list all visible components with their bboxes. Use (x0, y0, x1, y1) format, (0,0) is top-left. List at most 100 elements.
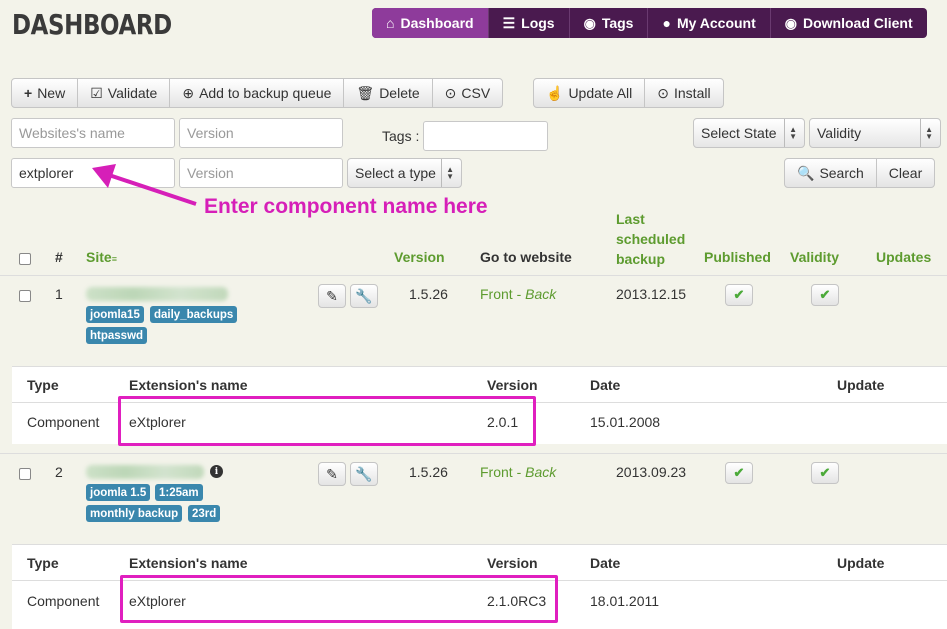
highlight-box (120, 575, 558, 623)
ext-col-version: Version (487, 555, 538, 571)
eye-icon: ◉ (583, 14, 596, 31)
pencil-icon: ✎ (326, 465, 338, 482)
last-backup-date: 2013.09.23 (616, 464, 687, 480)
nav-dashboard[interactable]: ⌂ Dashboard (372, 8, 488, 38)
select-all-checkbox[interactable] (19, 253, 31, 265)
ext-type: Component (27, 593, 100, 609)
search-group: 🔍 Search Clear (784, 158, 936, 188)
ext-col-version: Version (487, 377, 538, 393)
chevron-updown-icon: ▲ ▼ (784, 119, 797, 147)
front-link[interactable]: Front (480, 286, 513, 302)
site-name-blurred[interactable] (86, 287, 228, 301)
pencil-icon: ✎ (326, 287, 338, 304)
plus-icon: + (24, 85, 33, 101)
edit-button[interactable]: ✎ (318, 284, 346, 308)
ext-col-name: Extension's name (129, 555, 248, 571)
published-toggle[interactable]: ✔ (725, 284, 753, 306)
upload-icon: ⊙ (657, 84, 669, 101)
update-all-button[interactable]: ☝ Update All (534, 79, 644, 107)
component-version-input[interactable]: Version (179, 158, 343, 188)
ext-col-date: Date (590, 377, 621, 393)
col-site[interactable]: Site≡ (86, 249, 117, 265)
col-last-scheduled-backup[interactable]: Last scheduled backup (616, 209, 685, 269)
row-number: 1 (55, 286, 63, 302)
ext-col-date: Date (590, 555, 621, 571)
select-state-dropdown[interactable]: Select State ▲ ▼ (693, 118, 805, 148)
last-backup-date: 2013.12.15 (616, 286, 687, 302)
nav-download-client[interactable]: ◉ Download Client (769, 8, 927, 38)
sort-icon: ≡ (111, 254, 117, 264)
select-type-dropdown[interactable]: Select a type ▲ ▼ (347, 158, 462, 188)
tag-badge[interactable]: 1:25am (155, 484, 203, 501)
settings-button[interactable]: 🔧 (350, 284, 378, 308)
circle-arrow-icon: ⊕ (182, 84, 195, 101)
tag-badge[interactable]: htpasswd (86, 327, 148, 344)
validate-button[interactable]: ☑ Validate (77, 79, 169, 107)
search-icon: 🔍 (797, 164, 815, 181)
new-button[interactable]: + New (12, 79, 77, 107)
col-validity[interactable]: Validity (790, 249, 839, 265)
search-button[interactable]: 🔍 Search (785, 159, 876, 187)
row-checkbox[interactable] (19, 468, 31, 480)
tag-badge[interactable]: monthly backup (86, 505, 183, 522)
top-nav: ⌂ Dashboard ☰ Logs ◉ Tags ● My Account ◉ Down… (372, 8, 927, 38)
go-to-website: Front - Back (480, 286, 557, 302)
add-to-backup-queue-button[interactable]: ⊕ Add to backup queue (169, 79, 343, 107)
col-updates[interactable]: Updates (876, 249, 931, 265)
ext-col-update: Update (837, 377, 885, 393)
back-link[interactable]: Back (525, 286, 556, 302)
info-icon[interactable]: i (210, 465, 223, 478)
annotation-arrow-icon (92, 164, 197, 206)
chevron-updown-icon: ▲ ▼ (441, 159, 454, 187)
version-input[interactable]: Version (179, 118, 343, 148)
toolbar-main: + New ☑ Validate ⊕ Add to backup queue 🗑 Del… (11, 78, 504, 108)
nav-logs[interactable]: ☰ Logs (487, 8, 569, 38)
tag-badge[interactable]: joomla15 (86, 306, 144, 323)
eye-icon: ◉ (784, 14, 797, 31)
wrench-icon: 🔧 (355, 465, 373, 482)
home-icon: ⌂ (386, 15, 395, 31)
download-icon: ⊙ (444, 84, 457, 101)
check-icon: ✔ (819, 287, 831, 302)
check-icon: ✔ (819, 465, 831, 480)
wrench-icon: 🔧 (355, 287, 373, 304)
site-version: 1.5.26 (409, 286, 448, 302)
ext-col-name: Extension's name (129, 377, 248, 393)
site-name-blurred[interactable] (86, 465, 204, 479)
tags-input[interactable] (423, 121, 548, 151)
delete-button[interactable]: 🗑 Delete (343, 79, 431, 107)
user-icon: ● (662, 15, 671, 31)
site-version: 1.5.26 (409, 464, 448, 480)
clear-button[interactable]: Clear (875, 159, 934, 187)
trash-icon: 🗑 (356, 84, 375, 101)
front-link[interactable]: Front (480, 464, 513, 480)
tag-badge[interactable]: 23rd (188, 505, 221, 522)
ext-col-update: Update (837, 555, 885, 571)
settings-button[interactable]: 🔧 (350, 462, 378, 486)
install-button[interactable]: ⊙ Install (644, 79, 722, 107)
validity-toggle[interactable]: ✔ (811, 284, 839, 306)
chevron-updown-icon: ▲ ▼ (920, 119, 933, 147)
go-to-website: Front - Back (480, 464, 557, 480)
ext-col-type: Type (27, 555, 59, 571)
col-published[interactable]: Published (704, 249, 771, 265)
check-icon: ✔ (733, 465, 745, 480)
tag-badge[interactable]: joomla 1.5 (86, 484, 151, 501)
hand-pointer-icon: ☝ (546, 84, 564, 101)
validity-dropdown[interactable]: Validity ▲ ▼ (809, 118, 941, 148)
nav-my-account[interactable]: ● My Account (647, 8, 769, 38)
annotation-text: Enter component name here (204, 195, 488, 218)
back-link[interactable]: Back (525, 464, 556, 480)
col-version[interactable]: Version (394, 249, 445, 265)
validity-toggle[interactable]: ✔ (811, 462, 839, 484)
nav-tags[interactable]: ◉ Tags (568, 8, 648, 38)
ext-type: Component (27, 414, 100, 430)
website-name-input[interactable]: Websites's name (11, 118, 175, 148)
toolbar-secondary: ☝ Update All ⊙ Install (533, 78, 724, 108)
published-toggle[interactable]: ✔ (725, 462, 753, 484)
csv-button[interactable]: ⊙ CSV (431, 79, 503, 107)
row-checkbox[interactable] (19, 290, 31, 302)
col-go-to-website: Go to website (480, 249, 572, 265)
edit-button[interactable]: ✎ (318, 462, 346, 486)
tag-badge[interactable]: daily_backups (150, 306, 238, 323)
